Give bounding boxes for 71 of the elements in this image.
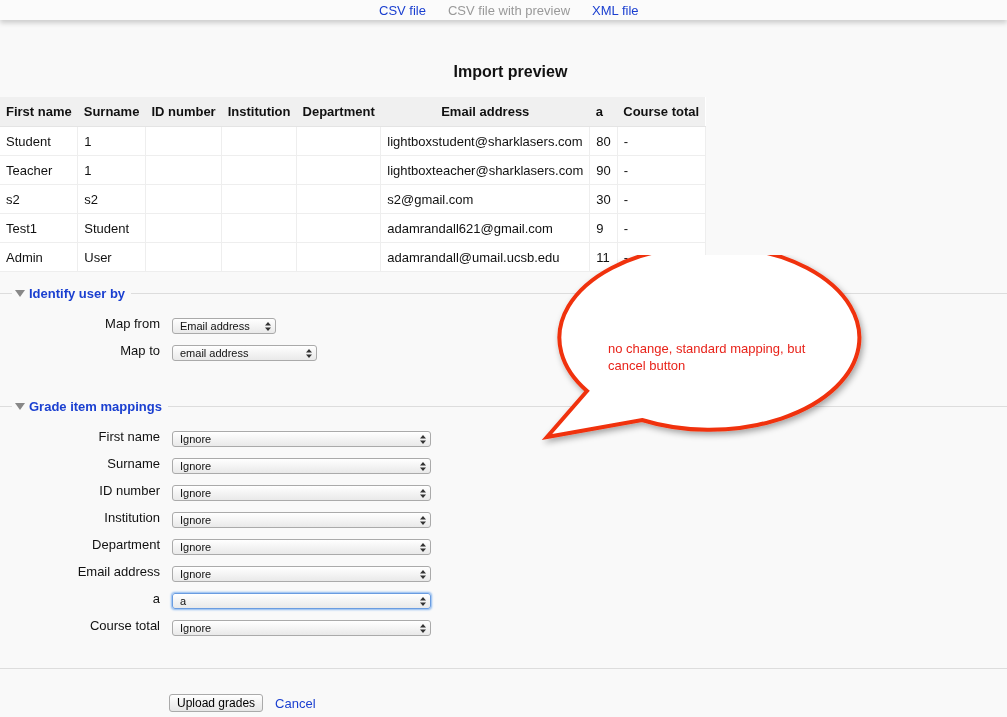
dropdown-arrows-icon bbox=[306, 348, 312, 358]
column-header: Email address bbox=[380, 97, 590, 127]
column-header: Surname bbox=[77, 97, 146, 127]
field-label: Map to bbox=[119, 343, 160, 358]
table-cell: - bbox=[617, 126, 706, 156]
dropdown[interactable]: Email address bbox=[172, 318, 276, 334]
table-cell: Student bbox=[77, 213, 146, 243]
column-header: Course total bbox=[617, 97, 706, 127]
field-label: First name bbox=[97, 429, 160, 444]
dropdown-arrows-icon bbox=[420, 461, 426, 471]
dropdown-arrows-icon bbox=[420, 596, 426, 606]
import-preview-heading: Import preview bbox=[452, 62, 569, 82]
table-cell: Test1 bbox=[0, 213, 78, 243]
section-legend[interactable]: Grade item mappings bbox=[29, 399, 168, 414]
table-cell: Admin bbox=[0, 242, 78, 272]
dropdown[interactable]: Ignore bbox=[172, 566, 431, 582]
dropdown[interactable]: Ignore bbox=[172, 512, 431, 528]
table-cell: adamrandall621@gmail.com bbox=[380, 213, 590, 243]
field-label: Surname bbox=[106, 456, 160, 471]
cancel-link[interactable]: Cancel bbox=[275, 695, 316, 711]
table-cell: 30 bbox=[589, 184, 618, 214]
table-cell: adamrandall@umail.ucsb.edu bbox=[380, 242, 590, 272]
dropdown[interactable]: Ignore bbox=[172, 620, 431, 636]
table-cell: - bbox=[617, 213, 706, 243]
table-cell: lightboxteacher@sharklasers.com bbox=[380, 155, 590, 185]
field-label: a bbox=[151, 591, 160, 606]
callout-text: no change, standard mapping, but cancel button bbox=[608, 340, 807, 374]
export-format-tab[interactable]: XML file bbox=[592, 3, 639, 20]
dropdown-arrows-icon bbox=[420, 542, 426, 552]
dropdown-arrows-icon bbox=[420, 623, 426, 633]
field-label: Institution bbox=[103, 510, 160, 525]
dropdown-arrows-icon bbox=[420, 488, 426, 498]
table-cell: lightboxstudent@sharklasers.com bbox=[380, 126, 590, 156]
table-cell: s2@gmail.com bbox=[380, 184, 590, 214]
table-cell: User bbox=[77, 242, 146, 272]
table-cell: Teacher bbox=[0, 155, 78, 185]
expanded-triangle-icon[interactable] bbox=[15, 290, 25, 297]
table-cell: Student bbox=[0, 126, 78, 156]
dropdown[interactable]: email address bbox=[172, 345, 317, 361]
upload-grades-button[interactable]: Upload grades bbox=[169, 694, 264, 712]
section-legend[interactable]: Identify user by bbox=[29, 286, 132, 301]
table-cell: 80 bbox=[589, 126, 618, 156]
export-format-tab[interactable]: CSV file bbox=[379, 3, 426, 20]
field-label: Map from bbox=[104, 316, 160, 331]
field-label: Department bbox=[91, 537, 160, 552]
dropdown[interactable]: Ignore bbox=[172, 431, 431, 447]
table-cell: 1 bbox=[77, 155, 146, 185]
column-header: Institution bbox=[221, 97, 297, 127]
table-cell: s2 bbox=[77, 184, 146, 214]
dropdown-arrows-icon bbox=[420, 515, 426, 525]
column-header: a bbox=[589, 97, 618, 127]
field-label: Course total bbox=[88, 618, 160, 633]
column-header: Department bbox=[296, 97, 381, 127]
table-cell: - bbox=[617, 184, 706, 214]
dropdown[interactable]: Ignore bbox=[172, 485, 431, 501]
expanded-triangle-icon[interactable] bbox=[15, 403, 25, 410]
table-cell: - bbox=[617, 155, 706, 185]
table-cell: 1 bbox=[77, 126, 146, 156]
column-header: First name bbox=[0, 97, 78, 127]
field-label: Email address bbox=[76, 564, 160, 579]
field-label: ID number bbox=[98, 483, 160, 498]
column-header: ID number bbox=[145, 97, 222, 127]
table-cell: 90 bbox=[589, 155, 618, 185]
dropdown-arrows-icon bbox=[420, 569, 426, 579]
dropdown-arrows-icon bbox=[265, 321, 271, 331]
dropdown-arrows-icon bbox=[420, 434, 426, 444]
table-cell: 9 bbox=[589, 213, 618, 243]
dropdown[interactable]: Ignore bbox=[172, 539, 431, 555]
table-cell: s2 bbox=[0, 184, 78, 214]
dropdown[interactable]: Ignore bbox=[172, 458, 431, 474]
dropdown[interactable]: a bbox=[172, 593, 431, 609]
